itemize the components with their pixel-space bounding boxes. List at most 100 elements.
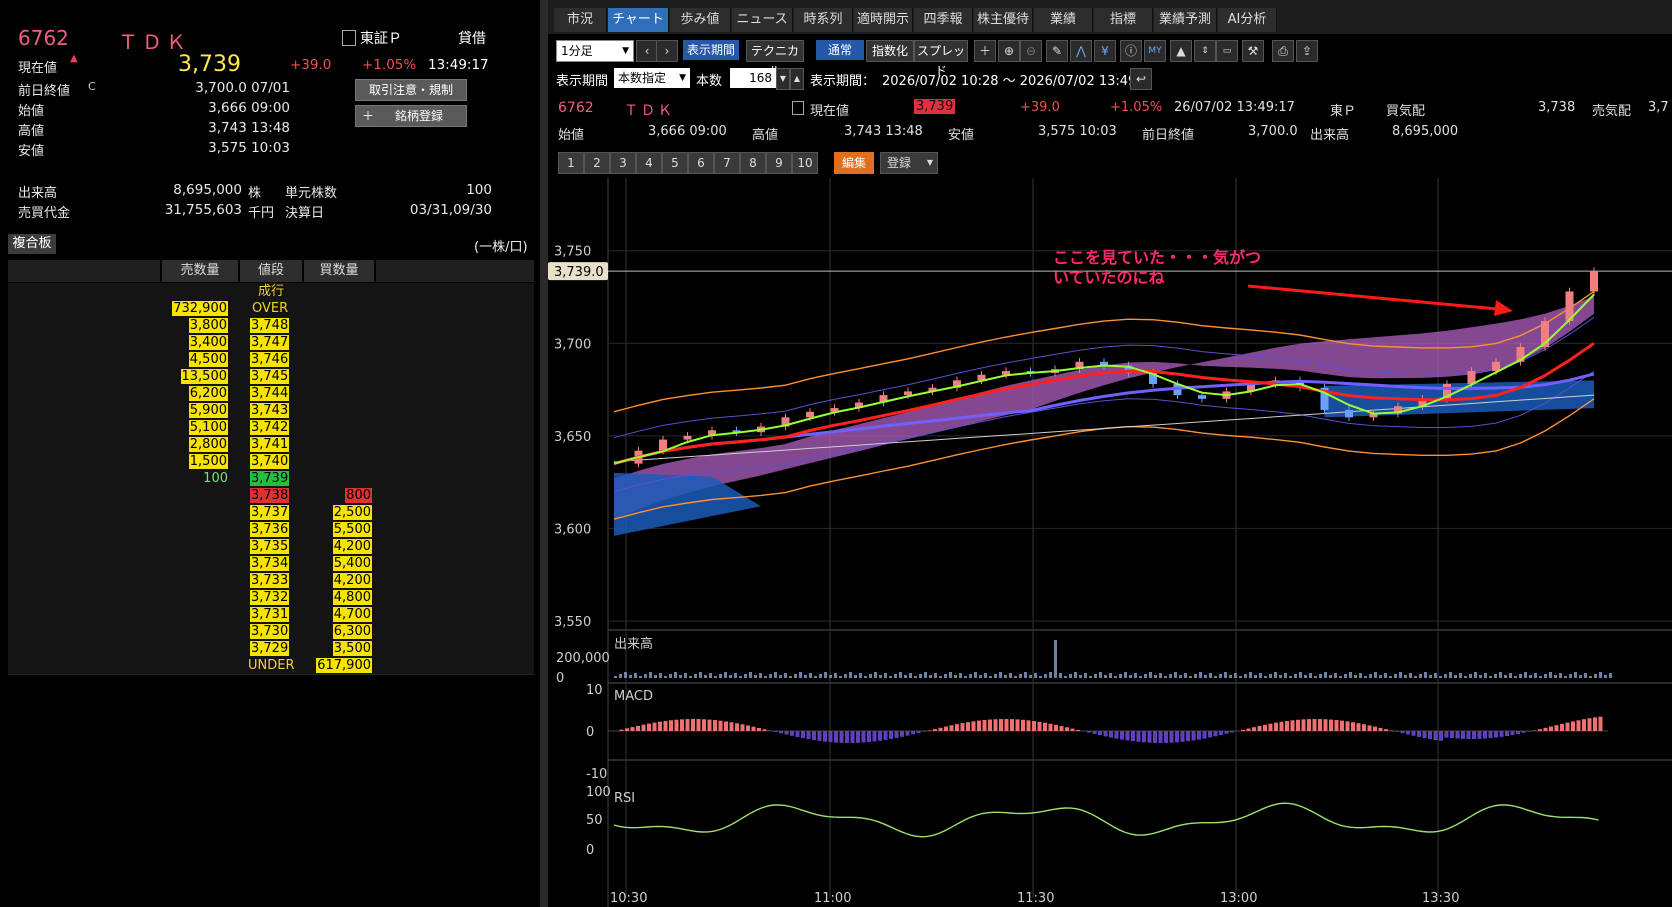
tab-6[interactable]: 四季報 [914,8,973,32]
volume-bar [1344,674,1347,678]
page-button-3[interactable]: 3 [610,152,636,174]
orderbook-row[interactable]: 5,900 3,743 [8,402,534,420]
macd-bar [955,724,959,731]
orderbook-row[interactable]: 3,733 4,200 [8,572,534,590]
volume-bar [1019,674,1022,678]
orderbook-row[interactable]: 3,730 6,300 [8,623,534,641]
export-icon[interactable]: ⇪ [1296,40,1318,62]
candle-body [1492,361,1500,372]
price-chart[interactable]: 出来高200,0000MACD100-10RSI100500 10:30 11:0… [548,178,1672,907]
spread-button[interactable]: スプレッド [914,40,968,78]
auto-icon[interactable]: ⇕ [1194,40,1216,62]
tab-9[interactable]: 指標 [1094,8,1153,32]
document-icon[interactable] [792,101,804,115]
prev-arrow-icon[interactable]: ‹ [636,40,658,62]
orderbook-row[interactable]: 3,732 4,800 [8,589,534,607]
tab-composite-board[interactable]: 複合板 [8,234,56,254]
orderbook-row[interactable]: 3,731 4,700 [8,606,534,624]
page-button-7[interactable]: 7 [714,152,740,174]
macd-bar [696,719,701,731]
orderbook-row[interactable]: 3,800 3,748 [8,317,534,335]
document-icon[interactable] [342,30,356,46]
page-button-4[interactable]: 4 [636,152,662,174]
index-button[interactable]: 指数化 [866,40,914,62]
current-price: 3,739 [178,52,241,77]
tab-0[interactable]: 市況 [554,8,607,32]
page-button-8[interactable]: 8 [740,152,766,174]
market-order-row[interactable]: 成行 [8,283,534,301]
orderbook-row[interactable]: 732,900 OVER [8,300,534,318]
area-chart-icon[interactable]: ▲ [1170,40,1192,62]
macd-bar [1560,723,1564,731]
page-button-1[interactable]: 1 [558,152,584,174]
page-button-2[interactable]: 2 [584,152,610,174]
tab-8[interactable]: 業績 [1034,8,1093,32]
normal-button[interactable]: 通常 [816,40,864,60]
orderbook-row[interactable]: 3,738 800 [8,487,534,505]
tab-4[interactable]: 時系列 [794,8,853,32]
pencil-icon[interactable]: ✎ [1046,40,1068,62]
volume-unit: 株 [248,186,262,201]
technical-button[interactable]: テクニカル [746,40,804,78]
macd-bar [1571,721,1575,731]
register-dropdown[interactable]: 登録 ▼ [880,152,938,174]
yen-icon[interactable]: ¥ [1094,40,1116,62]
wrench-icon[interactable]: ⚒ [1242,40,1264,62]
page-button-10[interactable]: 10 [792,152,818,174]
count-input[interactable]: 168 [730,68,776,88]
my-indicator-icon[interactable]: MY [1144,40,1166,62]
count-down-icon[interactable]: ▼ [776,68,790,90]
macd-bar [1400,731,1405,734]
volume-bar [969,674,972,678]
orderbook-row[interactable]: 13,500 3,745 [8,368,534,386]
orderbook-row[interactable]: 4,500 3,746 [8,351,534,369]
print-icon[interactable]: ⎙ [1272,40,1294,62]
zoom-out-icon[interactable]: ⊖ [1020,40,1042,62]
volume-bar [639,676,642,678]
orderbook-row[interactable]: 3,737 2,500 [8,504,534,522]
period-button[interactable]: 表示期間 [683,40,739,60]
tab-1[interactable]: チャート [608,8,669,32]
macd-bar [1494,731,1498,738]
count-up-icon[interactable]: ▲ [790,68,804,90]
trend-icon[interactable]: ⋀ [1070,40,1092,62]
tab-3[interactable]: ニュース [732,8,793,32]
orderbook-row[interactable]: 3,729 3,500 [8,640,534,658]
orderbook-row[interactable]: 3,735 4,200 [8,538,534,556]
page-button-9[interactable]: 9 [766,152,792,174]
orderbook-row[interactable]: 100 3,739 [8,470,534,488]
reset-icon[interactable]: ↩ [1130,68,1152,90]
orderbook-row[interactable]: 6,200 3,744 [8,385,534,403]
tab-5[interactable]: 適時開示 [854,8,913,32]
orderbook-row[interactable]: 3,736 5,500 [8,521,534,539]
interval-select[interactable]: 1分足 ▼ [556,40,634,62]
page-button-5[interactable]: 5 [662,152,688,174]
orderbook-row[interactable]: 3,400 3,747 [8,334,534,352]
tab-2[interactable]: 歩み値 [670,8,731,32]
register-stock-button[interactable]: ＋ 銘柄登録 [355,105,467,127]
next-arrow-icon[interactable]: › [656,40,678,62]
trade-notice-button[interactable]: 取引注意・規制 [355,79,467,101]
zoom-in-icon[interactable]: ⊕ [998,40,1020,62]
mode-select[interactable]: 本数指定 ▼ [614,68,690,88]
info-icon[interactable]: ⓘ [1120,40,1142,62]
crosshair-icon[interactable]: ＋ [974,40,996,62]
macd-bar [1340,720,1344,731]
macd-bar [850,731,855,743]
buy-qty: 4,800 [332,590,372,605]
window-icon[interactable]: ▭ [1216,40,1238,62]
tab-10[interactable]: 業績予測 [1154,8,1217,32]
tab-7[interactable]: 株主優待 [974,8,1033,32]
macd-bar [1290,720,1295,731]
orderbook-row[interactable]: 1,500 3,740 [8,453,534,471]
tab-11[interactable]: AI分析 [1218,8,1277,32]
orderbook-row[interactable]: 3,734 5,400 [8,555,534,573]
volume-bar [1379,675,1382,678]
macd-bar [1312,719,1317,731]
orderbook-row[interactable]: 2,800 3,741 [8,436,534,454]
macd-bar [982,719,987,731]
orderbook-row[interactable]: 5,100 3,742 [8,419,534,437]
edit-button[interactable]: 編集 [834,152,874,174]
page-button-6[interactable]: 6 [688,152,714,174]
orderbook-row[interactable]: UNDER 617,900 [8,657,534,675]
